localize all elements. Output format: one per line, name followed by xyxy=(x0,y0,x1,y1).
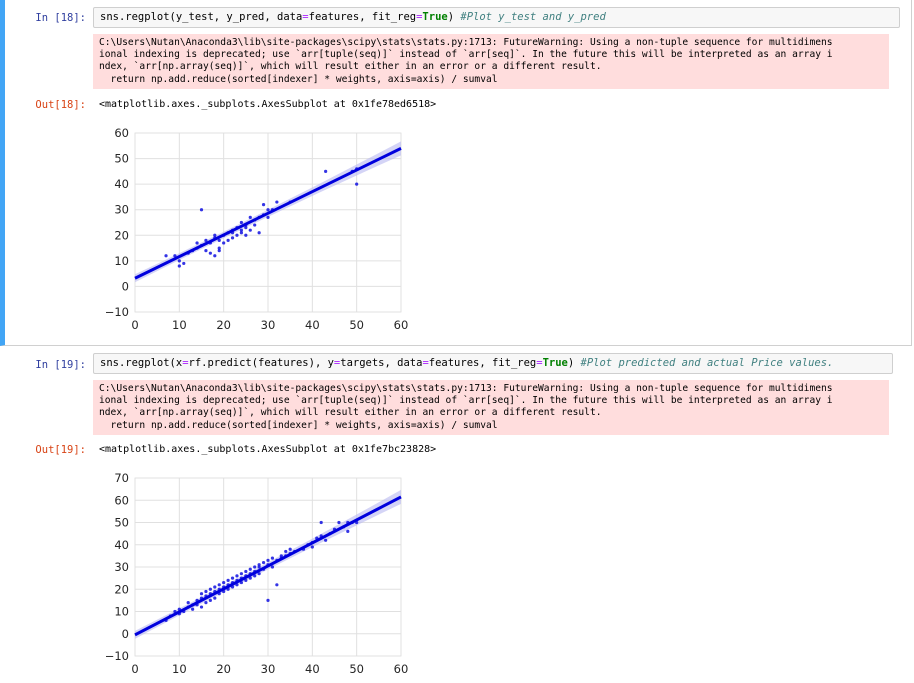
data-point xyxy=(257,563,261,567)
data-point xyxy=(337,520,341,525)
y-tick-label: −10 xyxy=(105,649,129,663)
regplot-chart-2: 0 10 20 30 40 50 60706050403020100−10 xyxy=(105,471,409,676)
data-point xyxy=(208,587,212,591)
data-point xyxy=(266,558,270,562)
data-point xyxy=(199,605,204,609)
data-point xyxy=(208,598,212,602)
data-point xyxy=(270,556,275,560)
data-point xyxy=(186,601,190,605)
data-point xyxy=(288,547,292,551)
x-tick-label: 30 xyxy=(261,662,276,676)
data-point xyxy=(199,592,204,596)
plot-area: 0 10 20 30 40 50 60706050403020100−10 xyxy=(105,471,409,676)
y-tick-label: 50 xyxy=(114,516,129,530)
data-point xyxy=(230,576,235,580)
data-point xyxy=(213,596,217,600)
data-point xyxy=(239,572,243,576)
x-tick-label: 50 xyxy=(349,662,364,676)
y-tick-label: 60 xyxy=(114,493,129,507)
x-tick-label: 10 xyxy=(172,662,187,676)
data-point xyxy=(204,601,208,605)
data-point xyxy=(275,583,279,587)
y-tick-label: 40 xyxy=(114,538,129,552)
data-point xyxy=(222,580,226,585)
data-point xyxy=(191,607,195,611)
data-point xyxy=(346,529,350,534)
data-point xyxy=(284,549,288,554)
data-point xyxy=(226,578,230,582)
y-tick-label: 20 xyxy=(114,582,129,596)
x-tick-label: 40 xyxy=(305,662,320,676)
data-point xyxy=(248,567,252,571)
y-tick-label: 0 xyxy=(122,627,129,641)
data-point xyxy=(253,565,257,569)
data-point xyxy=(261,560,266,565)
data-point xyxy=(244,569,248,574)
x-tick-label: 60 xyxy=(394,662,409,676)
data-point xyxy=(324,538,328,542)
data-point xyxy=(266,598,270,602)
y-tick-label: 70 xyxy=(114,471,129,485)
data-point xyxy=(270,565,275,569)
x-tick-label: 20 xyxy=(216,662,231,676)
y-tick-label: 10 xyxy=(114,605,129,619)
data-point xyxy=(319,520,323,525)
data-point xyxy=(310,545,314,549)
y-tick-label: 30 xyxy=(114,560,129,574)
x-tick-label: 0 xyxy=(131,662,138,676)
data-point xyxy=(213,585,217,589)
data-point xyxy=(217,583,221,587)
data-point xyxy=(204,589,208,594)
data-point xyxy=(235,574,239,578)
